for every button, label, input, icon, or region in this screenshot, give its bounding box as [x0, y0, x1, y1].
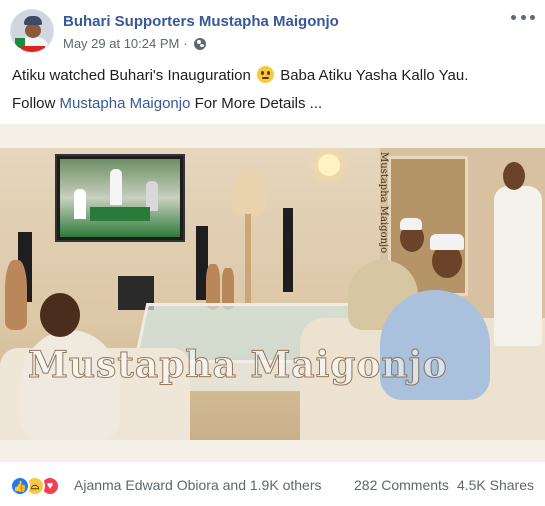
post-footer: 👍 ⌓ ♥ Ajanma Edward Obiora and 1.9K othe…	[0, 468, 545, 502]
post-text-line1: Atiku watched Buhari's Inauguration Baba…	[12, 66, 468, 84]
post-meta: May 29 at 10:24 PM ·	[63, 36, 206, 51]
post-text-part: Baba Atiku Yasha Kallo Yau.	[280, 67, 469, 84]
shares-count[interactable]: 4.5K Shares	[457, 477, 534, 493]
television	[55, 154, 185, 242]
globe-icon[interactable]	[193, 37, 206, 50]
reaction-icons[interactable]: 👍 ⌓ ♥	[10, 476, 60, 496]
meta-separator: ·	[183, 36, 188, 51]
page-avatar[interactable]	[10, 9, 54, 53]
post-text-part: Follow	[12, 95, 56, 112]
post-timestamp[interactable]: May 29 at 10:24 PM	[63, 36, 179, 51]
facebook-post: Buhari Supporters Mustapha Maigonjo May …	[0, 0, 545, 506]
living-room-scene: Mustapha Maigonjo Mustapha Maigonjo	[0, 148, 545, 440]
page-name-link[interactable]: Buhari Supporters Mustapha Maigonjo	[63, 13, 339, 30]
speaker	[283, 208, 293, 292]
vertical-watermark: Mustapha Maigonjo	[378, 152, 389, 254]
slightly-smiling-face-icon	[257, 66, 275, 83]
photo-watermark: Mustapha Maigonjo	[28, 344, 448, 387]
post-text-part: Atiku watched Buhari's Inauguration	[12, 67, 251, 84]
engagement-counts: 282 Comments 4.5K Shares	[354, 477, 534, 493]
mention-link[interactable]: Mustapha Maigonjo	[60, 95, 191, 112]
more-options-icon[interactable]	[511, 9, 535, 25]
comments-count[interactable]: 282 Comments	[354, 477, 449, 493]
floor-lamp	[232, 168, 266, 216]
vase	[5, 260, 27, 330]
post-text-part: For More Details ...	[194, 95, 323, 112]
post-text-line2: Follow Mustapha Maigonjo For More Detail…	[12, 95, 322, 112]
reaction-summary[interactable]: Ajanma Edward Obiora and 1.9K others	[74, 477, 321, 493]
like-icon: 👍	[10, 476, 30, 496]
wall-lamp	[318, 154, 340, 176]
standing-man	[494, 186, 542, 346]
post-photo[interactable]: Mustapha Maigonjo Mustapha Maigonjo	[0, 124, 545, 462]
